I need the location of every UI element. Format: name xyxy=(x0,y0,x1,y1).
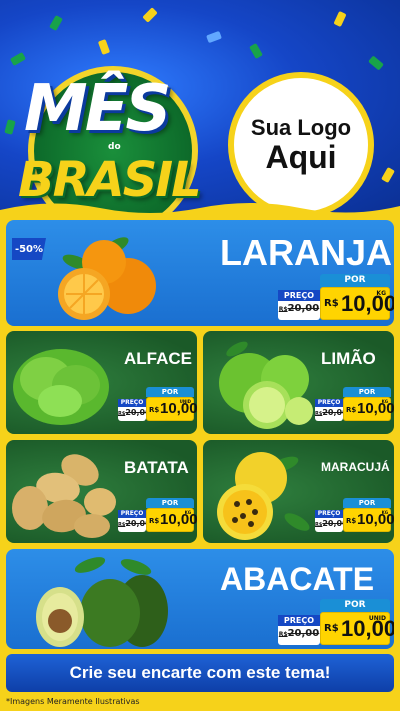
mes-do-brasil-title: MÊS do BRASIL xyxy=(10,60,215,218)
price-unit: KG xyxy=(381,399,388,404)
product-card-abacate[interactable]: ABACATE PREÇO R$20,00 POR R$ 10,00 UNID xyxy=(6,549,394,649)
confetti xyxy=(142,7,158,23)
confetti xyxy=(249,42,263,60)
price-box: R$ 10,00 KG xyxy=(343,508,394,532)
confetti xyxy=(97,39,111,55)
old-price: R$20,00 xyxy=(118,519,151,528)
old-price: R$20,00 xyxy=(315,519,348,528)
price-tag: PREÇO R$20,00 POR R$ 10,00 KG xyxy=(315,387,394,421)
confetti xyxy=(381,166,395,184)
product-name: BATATA xyxy=(124,458,189,477)
preco-label: PREÇO xyxy=(278,290,320,301)
price-unit: KG xyxy=(376,290,386,297)
preco-label: PREÇO xyxy=(315,510,343,518)
product-name: LIMÃO xyxy=(321,349,376,368)
confetti xyxy=(49,14,63,32)
price-tag: PREÇO R$20,00 POR R$ 10,00 UNID xyxy=(118,387,197,421)
price-value: 10,00 xyxy=(160,511,197,528)
currency: R$ xyxy=(324,623,339,634)
avocado-icon xyxy=(36,557,168,647)
price-value: 10,00 xyxy=(357,400,394,417)
old-price: R$20,00 xyxy=(278,303,320,314)
currency: R$ xyxy=(346,517,357,525)
price-unit: KG xyxy=(184,510,191,515)
old-price-box: PREÇO R$20,00 xyxy=(118,399,151,421)
lime-icon xyxy=(219,341,313,429)
preco-label: PREÇO xyxy=(315,399,343,407)
preco-label: PREÇO xyxy=(118,510,146,518)
price-tag: PREÇO R$20,00 POR R$ 10,00 KG xyxy=(278,274,394,320)
old-price-box: PREÇO R$20,00 xyxy=(278,290,320,320)
product-name: MARACUJÁ xyxy=(321,460,390,474)
currency: R$ xyxy=(149,406,160,414)
price-box: R$ 10,00 KG xyxy=(320,287,394,320)
currency: R$ xyxy=(346,406,357,414)
old-price: R$20,00 xyxy=(278,628,320,639)
header-banner: MÊS do BRASIL Sua Logo Aqui xyxy=(0,0,400,218)
product-name: ABACATE xyxy=(220,561,375,597)
old-price-box: PREÇO R$20,00 xyxy=(315,510,348,532)
price-unit: UNID xyxy=(179,399,191,404)
passion-fruit-icon xyxy=(217,452,310,540)
por-label: POR xyxy=(320,274,390,287)
logo-line1: Sua Logo xyxy=(250,115,352,141)
preco-label: PREÇO xyxy=(118,399,146,407)
price-value: 10,00 xyxy=(341,616,394,641)
discount-badge: -50% xyxy=(12,238,46,260)
disclaimer-note: *Imagens Meramente Ilustrativas xyxy=(6,697,140,706)
product-card-limao[interactable]: LIMÃO PREÇO R$20,00 POR R$ 10,00 KG xyxy=(203,331,394,434)
price-tag: PREÇO R$20,00 POR R$ 10,00 KG xyxy=(315,498,394,532)
old-price-box: PREÇO R$20,00 xyxy=(278,615,320,645)
old-price: R$20,00 xyxy=(315,408,348,417)
old-price-box: PREÇO R$20,00 xyxy=(315,399,348,421)
currency: R$ xyxy=(324,298,339,309)
price-value: 10,00 xyxy=(341,291,394,316)
lettuce-icon xyxy=(13,349,109,425)
orange-icon xyxy=(58,237,156,320)
product-name: ALFACE xyxy=(124,349,192,368)
por-label: POR xyxy=(320,599,390,612)
logo-placeholder[interactable]: Sua Logo Aqui xyxy=(228,72,374,218)
preco-label: PREÇO xyxy=(278,615,320,626)
por-label: POR xyxy=(343,387,391,397)
confetti xyxy=(206,30,222,44)
price-box: R$ 10,00 UNID xyxy=(320,612,394,645)
product-card-batata[interactable]: BATATA PREÇO R$20,00 POR R$ 10,00 KG xyxy=(6,440,197,543)
por-label: POR xyxy=(343,498,391,508)
confetti xyxy=(368,55,384,71)
product-card-maracuja[interactable]: MARACUJÁ PREÇO R$20,00 POR R$ 10,00 KG xyxy=(203,440,394,543)
price-tag: PREÇO R$20,00 POR R$ 10,00 UNID xyxy=(278,599,394,645)
por-label: POR xyxy=(146,387,194,397)
potato-icon xyxy=(12,454,116,538)
price-value: 10,00 xyxy=(357,511,394,528)
product-card-laranja[interactable]: -50% LARANJA PREÇO R$20,00 POR R$ 10,00 … xyxy=(6,220,394,326)
old-price-box: PREÇO R$20,00 xyxy=(118,510,151,532)
price-unit: KG xyxy=(381,510,388,515)
product-name: LARANJA xyxy=(220,232,393,273)
price-tag: PREÇO R$20,00 POR R$ 10,00 KG xyxy=(118,498,197,532)
confetti xyxy=(333,10,347,28)
currency: R$ xyxy=(149,517,160,525)
logo-line2: Aqui xyxy=(265,139,337,176)
title-do: do xyxy=(108,142,121,152)
price-unit: UNID xyxy=(368,615,386,622)
title-mes: MÊS xyxy=(24,72,171,146)
por-label: POR xyxy=(146,498,194,508)
price-box: R$ 10,00 KG xyxy=(343,397,394,421)
price-box: R$ 10,00 UNID xyxy=(146,397,197,421)
price-box: R$ 10,00 KG xyxy=(146,508,197,532)
price-value: 10,00 xyxy=(160,400,197,417)
product-card-alface[interactable]: ALFACE PREÇO R$20,00 POR R$ 10,00 UNID xyxy=(6,331,197,434)
old-price: R$20,00 xyxy=(118,408,151,417)
create-flyer-button[interactable]: Crie seu encarte com este tema! xyxy=(6,654,394,692)
